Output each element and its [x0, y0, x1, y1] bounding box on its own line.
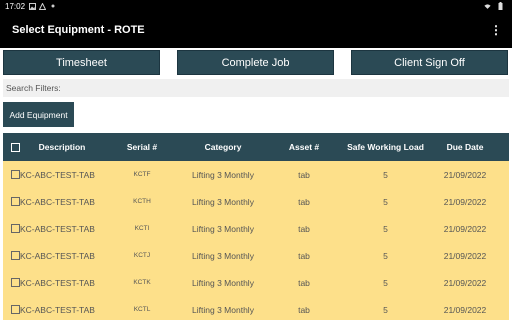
row-serial: KCTJ: [133, 252, 151, 259]
row-asset: tab: [298, 169, 310, 180]
timesheet-button[interactable]: Timesheet: [3, 50, 160, 75]
row-asset: tab: [298, 250, 310, 261]
add-equipment-button[interactable]: Add Equipment: [3, 102, 74, 127]
header-category[interactable]: Category: [173, 133, 273, 161]
row-serial: KCTH: [133, 198, 151, 205]
row-safe-working-load: 5: [383, 223, 388, 234]
row-safe-working-load: 5: [383, 304, 388, 315]
row-safe-working-load: 5: [383, 277, 388, 288]
main-content: Timesheet Complete Job Client Sign Off S…: [0, 48, 512, 320]
search-filters-bar[interactable]: Search Filters:: [3, 79, 509, 97]
action-bar: Timesheet Complete Job Client Sign Off: [0, 48, 512, 78]
table-row[interactable]: KC-ABC-TEST-TAB KCTI Lifting 3 Monthly t…: [3, 215, 509, 242]
row-safe-working-load: 5: [383, 196, 388, 207]
header-serial[interactable]: Serial #: [113, 133, 171, 161]
table-row[interactable]: KC-ABC-TEST-TAB KCTJ Lifting 3 Monthly t…: [3, 242, 509, 269]
row-category: Lifting 3 Monthly: [192, 277, 254, 288]
more-notifications-dot-icon: [49, 3, 56, 10]
equipment-table: Description Serial # Category Asset # Sa…: [3, 133, 509, 320]
row-description: KC-ABC-TEST-TAB: [20, 223, 95, 234]
search-filters-label: Search Filters:: [6, 83, 61, 93]
row-asset: tab: [298, 277, 310, 288]
header-safe-working-load[interactable]: Safe Working Load: [338, 133, 433, 161]
row-checkbox[interactable]: [10, 278, 20, 287]
row-category: Lifting 3 Monthly: [192, 196, 254, 207]
row-checkbox[interactable]: [10, 170, 20, 179]
status-time: 17:02: [5, 1, 26, 11]
row-category: Lifting 3 Monthly: [192, 304, 254, 315]
row-safe-working-load: 5: [383, 169, 388, 180]
app-bar: Select Equipment - ROTE ⋮: [0, 12, 512, 48]
table-row[interactable]: KC-ABC-TEST-TAB KCTL Lifting 3 Monthly t…: [3, 296, 509, 320]
row-serial: KCTK: [133, 279, 151, 286]
row-due-date: 21/09/2022: [443, 277, 487, 288]
row-checkbox[interactable]: [10, 251, 20, 260]
row-serial: KCTL: [133, 306, 151, 313]
header-asset[interactable]: Asset #: [275, 133, 333, 161]
image-notification-icon: [29, 2, 37, 10]
table-header: Description Serial # Category Asset # Sa…: [3, 133, 509, 161]
alert-notification-icon: [39, 2, 47, 10]
client-sign-off-button[interactable]: Client Sign Off: [351, 50, 508, 75]
battery-icon: [497, 2, 504, 10]
row-checkbox[interactable]: [10, 305, 20, 314]
wifi-icon: [484, 3, 491, 10]
row-asset: tab: [298, 223, 310, 234]
row-category: Lifting 3 Monthly: [192, 250, 254, 261]
select-all-checkbox[interactable]: [10, 142, 20, 152]
header-due-date[interactable]: Due Date: [423, 133, 507, 161]
row-due-date: 21/09/2022: [443, 304, 487, 315]
row-asset: tab: [298, 304, 310, 315]
row-category: Lifting 3 Monthly: [192, 223, 254, 234]
select-all-cell: [8, 133, 22, 161]
row-due-date: 21/09/2022: [443, 250, 487, 261]
complete-job-button[interactable]: Complete Job: [177, 50, 334, 75]
row-due-date: 21/09/2022: [443, 196, 487, 207]
row-serial: KCTF: [133, 171, 151, 178]
row-description: KC-ABC-TEST-TAB: [20, 304, 95, 315]
row-description: KC-ABC-TEST-TAB: [20, 196, 95, 207]
row-checkbox[interactable]: [10, 224, 20, 233]
table-row[interactable]: KC-ABC-TEST-TAB KCTK Lifting 3 Monthly t…: [3, 269, 509, 296]
row-safe-working-load: 5: [383, 250, 388, 261]
row-category: Lifting 3 Monthly: [192, 169, 254, 180]
table-row[interactable]: KC-ABC-TEST-TAB KCTF Lifting 3 Monthly t…: [3, 161, 509, 188]
table-row[interactable]: KC-ABC-TEST-TAB KCTH Lifting 3 Monthly t…: [3, 188, 509, 215]
row-due-date: 21/09/2022: [443, 169, 487, 180]
table-body: KC-ABC-TEST-TAB KCTF Lifting 3 Monthly t…: [3, 161, 509, 320]
row-serial: KCTI: [134, 225, 150, 232]
header-description[interactable]: Description: [25, 133, 99, 161]
row-description: KC-ABC-TEST-TAB: [20, 169, 95, 180]
row-description: KC-ABC-TEST-TAB: [20, 250, 95, 261]
row-due-date: 21/09/2022: [443, 223, 487, 234]
row-asset: tab: [298, 196, 310, 207]
row-description: KC-ABC-TEST-TAB: [20, 277, 95, 288]
overflow-menu-icon[interactable]: ⋮: [490, 24, 502, 36]
row-checkbox[interactable]: [10, 197, 20, 206]
page-title: Select Equipment - ROTE: [12, 24, 145, 36]
status-bar: 17:02: [0, 0, 512, 12]
